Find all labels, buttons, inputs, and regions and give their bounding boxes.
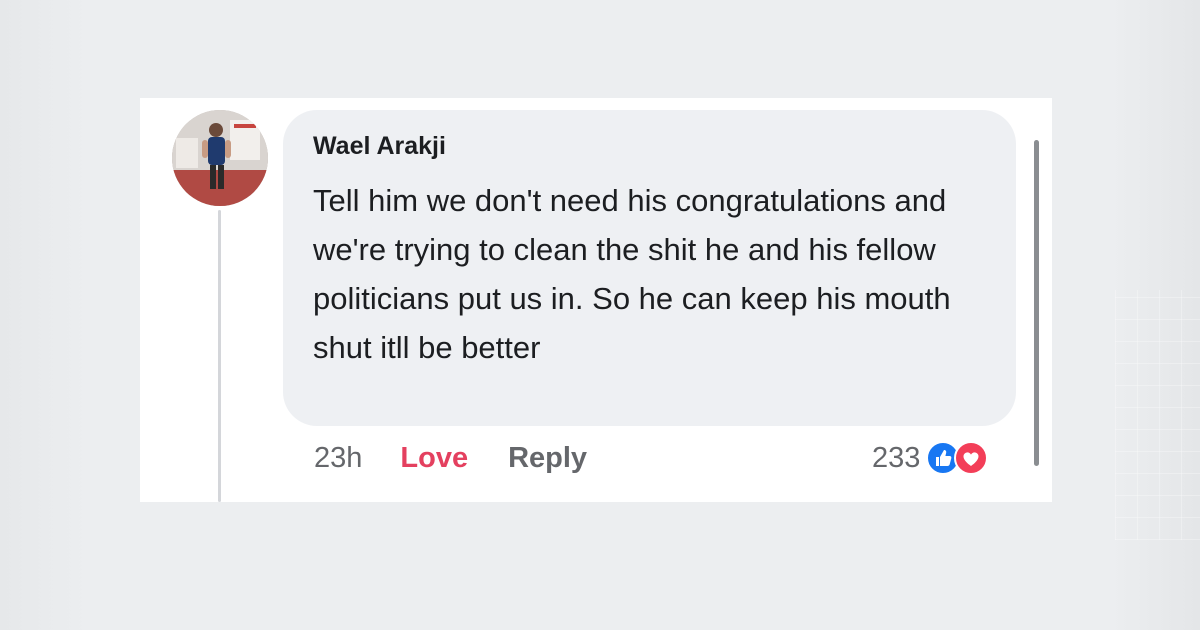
heart-icon: [954, 441, 989, 475]
background-left: [0, 0, 90, 630]
comment-actions: 23h Love Reply: [314, 438, 587, 478]
thread-line: [218, 210, 221, 502]
reaction-summary[interactable]: 233: [872, 438, 989, 478]
comment-author[interactable]: Wael Arakji: [313, 132, 446, 161]
avatar[interactable]: [172, 110, 268, 206]
love-button[interactable]: Love: [400, 442, 468, 475]
reply-button[interactable]: Reply: [508, 442, 587, 475]
background-grid-pattern: [1115, 290, 1200, 540]
comment-timestamp[interactable]: 23h: [314, 442, 362, 475]
avatar-photo: [172, 110, 268, 206]
reaction-count: 233: [872, 441, 921, 474]
comment-bubble: Wael Arakji Tell him we don't need his c…: [283, 110, 1016, 426]
comment-text: Tell him we don't need his congratulatio…: [313, 183, 951, 365]
comment-card: Wael Arakji Tell him we don't need his c…: [140, 98, 1052, 502]
scrollbar[interactable]: [1034, 140, 1039, 466]
